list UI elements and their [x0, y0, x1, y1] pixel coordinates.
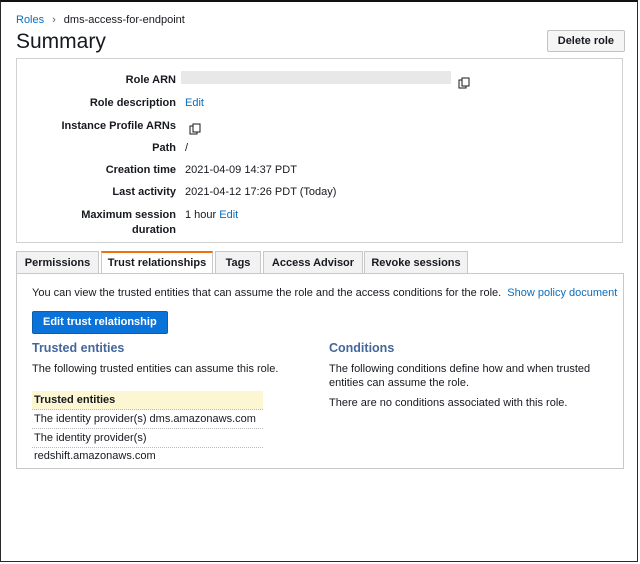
creation-time-value: 2021-04-09 14:37 PDT — [185, 164, 297, 176]
last-activity-label: Last activity — [112, 186, 176, 198]
path-value: / — [185, 142, 189, 154]
trusted-entities-table: Trusted entities The identity provider(s… — [32, 391, 263, 462]
conditions-description: The following conditions define how and … — [329, 363, 591, 389]
path-label: Path — [152, 142, 176, 154]
copy-icon[interactable] — [458, 74, 470, 92]
tab-trust-relationships[interactable]: Trust relationships — [101, 251, 213, 274]
creation-time-label: Creation time — [105, 164, 176, 176]
copy-icon[interactable] — [189, 120, 201, 138]
breadcrumb-current: dms-access-for-endpoint — [63, 14, 185, 26]
delete-role-button[interactable]: Delete role — [546, 30, 625, 52]
role-description-label: Role description — [89, 97, 176, 109]
table-row: The identity provider(s) dms.amazonaws.c… — [32, 410, 263, 429]
page-title: Summary — [16, 30, 106, 53]
table-row: The identity provider(s) redshift.amazon… — [32, 429, 263, 462]
trust-intro-text: You can view the trusted entities that c… — [32, 287, 502, 299]
edit-trust-relationship-button[interactable]: Edit trust relationship — [32, 311, 168, 334]
instance-profile-label: Instance Profile ARNs — [61, 120, 176, 132]
max-session-duration: 1 hour — [185, 209, 217, 221]
max-session-label-line1: Maximum session — [81, 209, 176, 221]
breadcrumb: Roles › dms-access-for-endpoint — [16, 14, 185, 26]
role-arn-label: Role ARN — [125, 74, 176, 86]
trusted-entities-title: Trusted entities — [32, 341, 125, 355]
table-header: Trusted entities — [32, 391, 263, 410]
max-session-value: 1 hour Edit — [185, 208, 238, 223]
trust-relationships-panel: You can view the trusted entities that c… — [16, 273, 624, 469]
role-arn-value-redacted — [181, 71, 451, 84]
tab-revoke-sessions[interactable]: Revoke sessions — [364, 251, 468, 273]
conditions-title: Conditions — [329, 341, 395, 355]
tab-permissions[interactable]: Permissions — [16, 251, 99, 273]
role-description-edit-link[interactable]: Edit — [185, 96, 204, 111]
show-policy-document-link[interactable]: Show policy document — [507, 287, 617, 299]
tab-tags[interactable]: Tags — [215, 251, 261, 273]
breadcrumb-roles-link[interactable]: Roles — [16, 14, 44, 26]
max-session-label-line2: duration — [132, 224, 176, 236]
max-session-edit-link[interactable]: Edit — [219, 209, 238, 221]
tab-access-advisor[interactable]: Access Advisor — [263, 251, 363, 273]
chevron-right-icon: › — [52, 14, 56, 26]
conditions-none: There are no conditions associated with … — [329, 397, 568, 409]
trust-intro: You can view the trusted entities that c… — [32, 287, 617, 299]
max-session-label: Maximum session duration — [36, 208, 176, 238]
trusted-entities-description: The following trusted entities can assum… — [32, 363, 279, 375]
role-summary-panel: Role ARN Role description Edit Instance … — [16, 58, 623, 243]
last-activity-value: 2021-04-12 17:26 PDT (Today) — [185, 186, 337, 198]
